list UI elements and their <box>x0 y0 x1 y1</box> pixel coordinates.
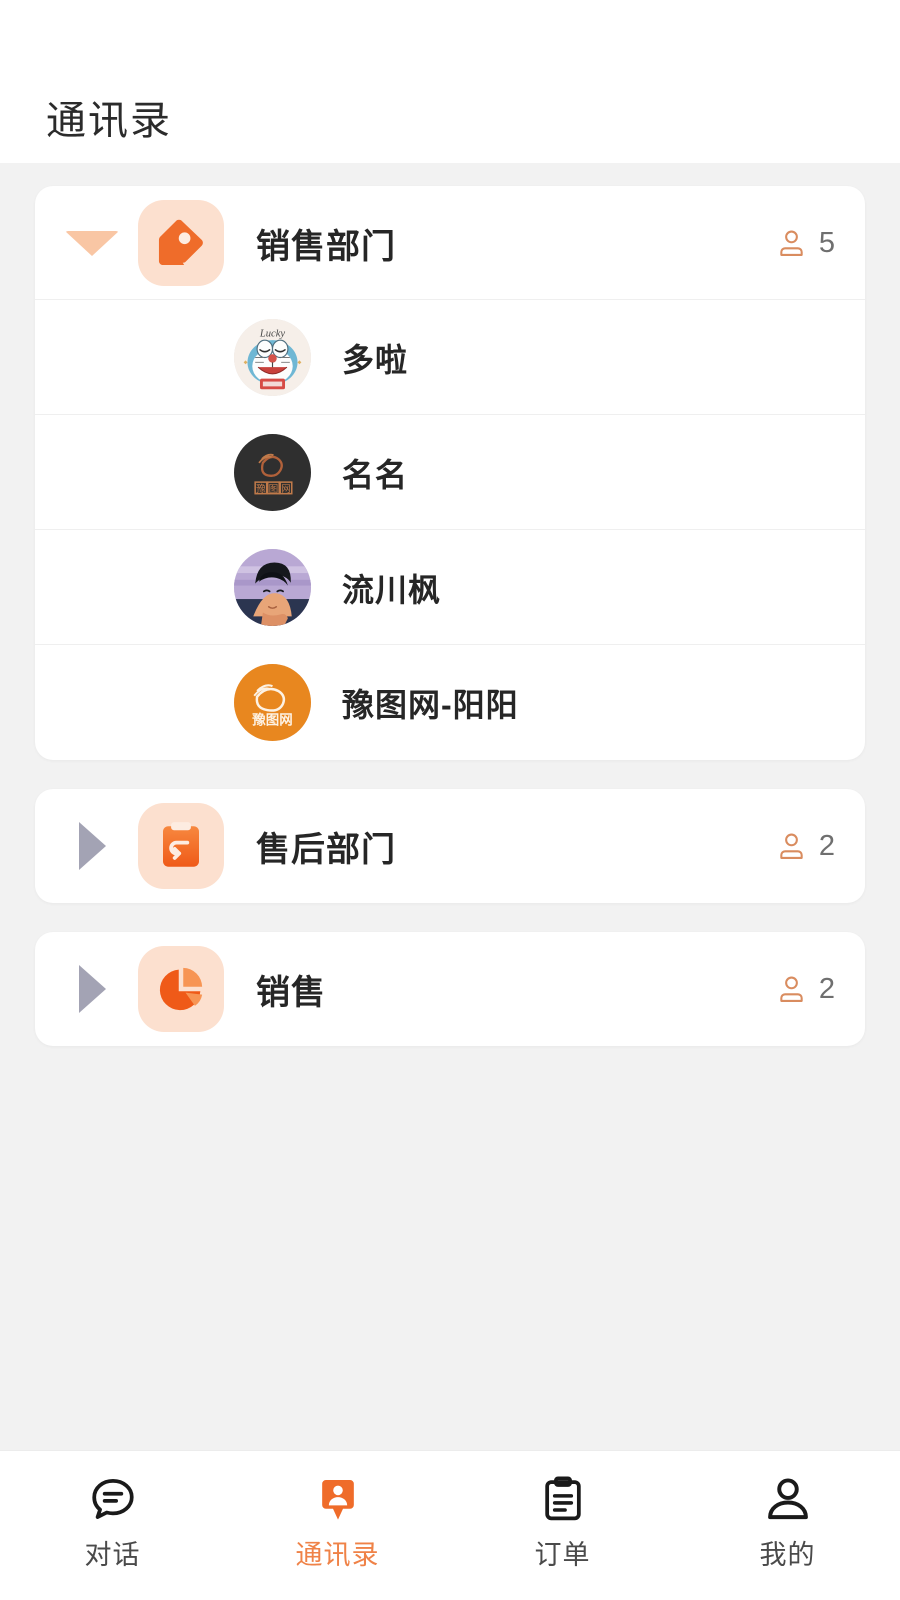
department-card: 售后部门 2 <box>35 789 865 903</box>
expand-toggle[interactable] <box>61 822 123 870</box>
tab-orders[interactable]: 订单 <box>450 1473 675 1569</box>
person-icon <box>763 1473 813 1527</box>
chat-bubble-icon <box>88 1473 138 1527</box>
member-name: 流川枫 <box>342 571 442 608</box>
tab-contacts[interactable]: 通讯录 <box>225 1473 450 1569</box>
person-count-icon <box>780 230 803 256</box>
svg-text:图: 图 <box>269 484 279 495</box>
list-item[interactable]: 豫图网 豫图网-阳阳 <box>35 645 865 760</box>
member-count-value: 2 <box>818 829 835 862</box>
department-header-aftersales-dept[interactable]: 售后部门 2 <box>35 789 865 903</box>
member-name: 名名 <box>342 456 409 493</box>
tag-icon <box>138 200 224 286</box>
member-count: 5 <box>775 227 835 260</box>
page-header: 通讯录 <box>0 0 900 163</box>
department-card: 销售部门 5 Lucky 多啦 豫 图 网 名名 流川枫 豫图网 豫图网-阳阳 <box>35 186 865 760</box>
department-card: 销售 2 <box>35 932 865 1046</box>
svg-text:豫图网: 豫图网 <box>252 712 292 728</box>
member-count: 2 <box>775 830 835 863</box>
member-count: 2 <box>775 973 835 1006</box>
page-title: 通讯录 <box>46 99 172 143</box>
member-name: 豫图网-阳阳 <box>342 686 519 723</box>
department-name: 售后部门 <box>256 830 396 869</box>
department-name: 销售部门 <box>256 227 396 266</box>
department-name: 销售 <box>256 973 326 1012</box>
expand-toggle[interactable] <box>61 965 123 1013</box>
doraemon-lucky-avatar: Lucky <box>234 319 311 396</box>
member-name: 多啦 <box>342 341 409 378</box>
app-screen: 通讯录 销售部门 5 Lucky 多啦 豫 图 网 名名 流川枫 豫图网 豫图网… <box>0 0 900 1600</box>
expand-toggle[interactable] <box>61 230 123 256</box>
tab-chat[interactable]: 对话 <box>0 1473 225 1569</box>
chevron-down-icon <box>65 230 119 256</box>
clipboard-return-icon <box>138 803 224 889</box>
member-count-value: 5 <box>818 226 835 259</box>
tab-label: 我的 <box>759 1540 816 1570</box>
bottom-tab-bar: 对话 通讯录 订单 我的 <box>0 1450 900 1600</box>
clipboard-icon <box>538 1473 588 1527</box>
list-item[interactable]: 豫 图 网 名名 <box>35 415 865 530</box>
person-count-icon <box>780 976 803 1002</box>
tab-label: 通讯录 <box>295 1540 380 1570</box>
tab-label: 订单 <box>534 1540 591 1570</box>
member-count-value: 2 <box>818 972 835 1005</box>
anime-boy-avatar <box>234 549 311 626</box>
list-item[interactable]: Lucky 多啦 <box>35 300 865 415</box>
department-header-sales[interactable]: 销售 2 <box>35 932 865 1046</box>
tab-label: 对话 <box>84 1540 141 1570</box>
list-item[interactable]: 流川枫 <box>35 530 865 645</box>
svg-text:Lucky: Lucky <box>259 328 286 339</box>
yutuwang-dark-avatar: 豫 图 网 <box>234 434 311 511</box>
department-list: 销售部门 5 Lucky 多啦 豫 图 网 名名 流川枫 豫图网 豫图网-阳阳 … <box>0 163 900 1450</box>
pie-chart-icon <box>138 946 224 1032</box>
tab-profile[interactable]: 我的 <box>675 1473 900 1569</box>
yutuwang-orange-avatar: 豫图网 <box>234 664 311 741</box>
chevron-right-icon <box>78 965 106 1013</box>
person-count-icon <box>780 833 803 859</box>
department-header-sales-dept[interactable]: 销售部门 5 <box>35 186 865 300</box>
contacts-badge-icon <box>313 1473 363 1527</box>
svg-text:网: 网 <box>281 484 291 495</box>
chevron-right-icon <box>78 822 106 870</box>
svg-text:豫: 豫 <box>256 483 266 495</box>
